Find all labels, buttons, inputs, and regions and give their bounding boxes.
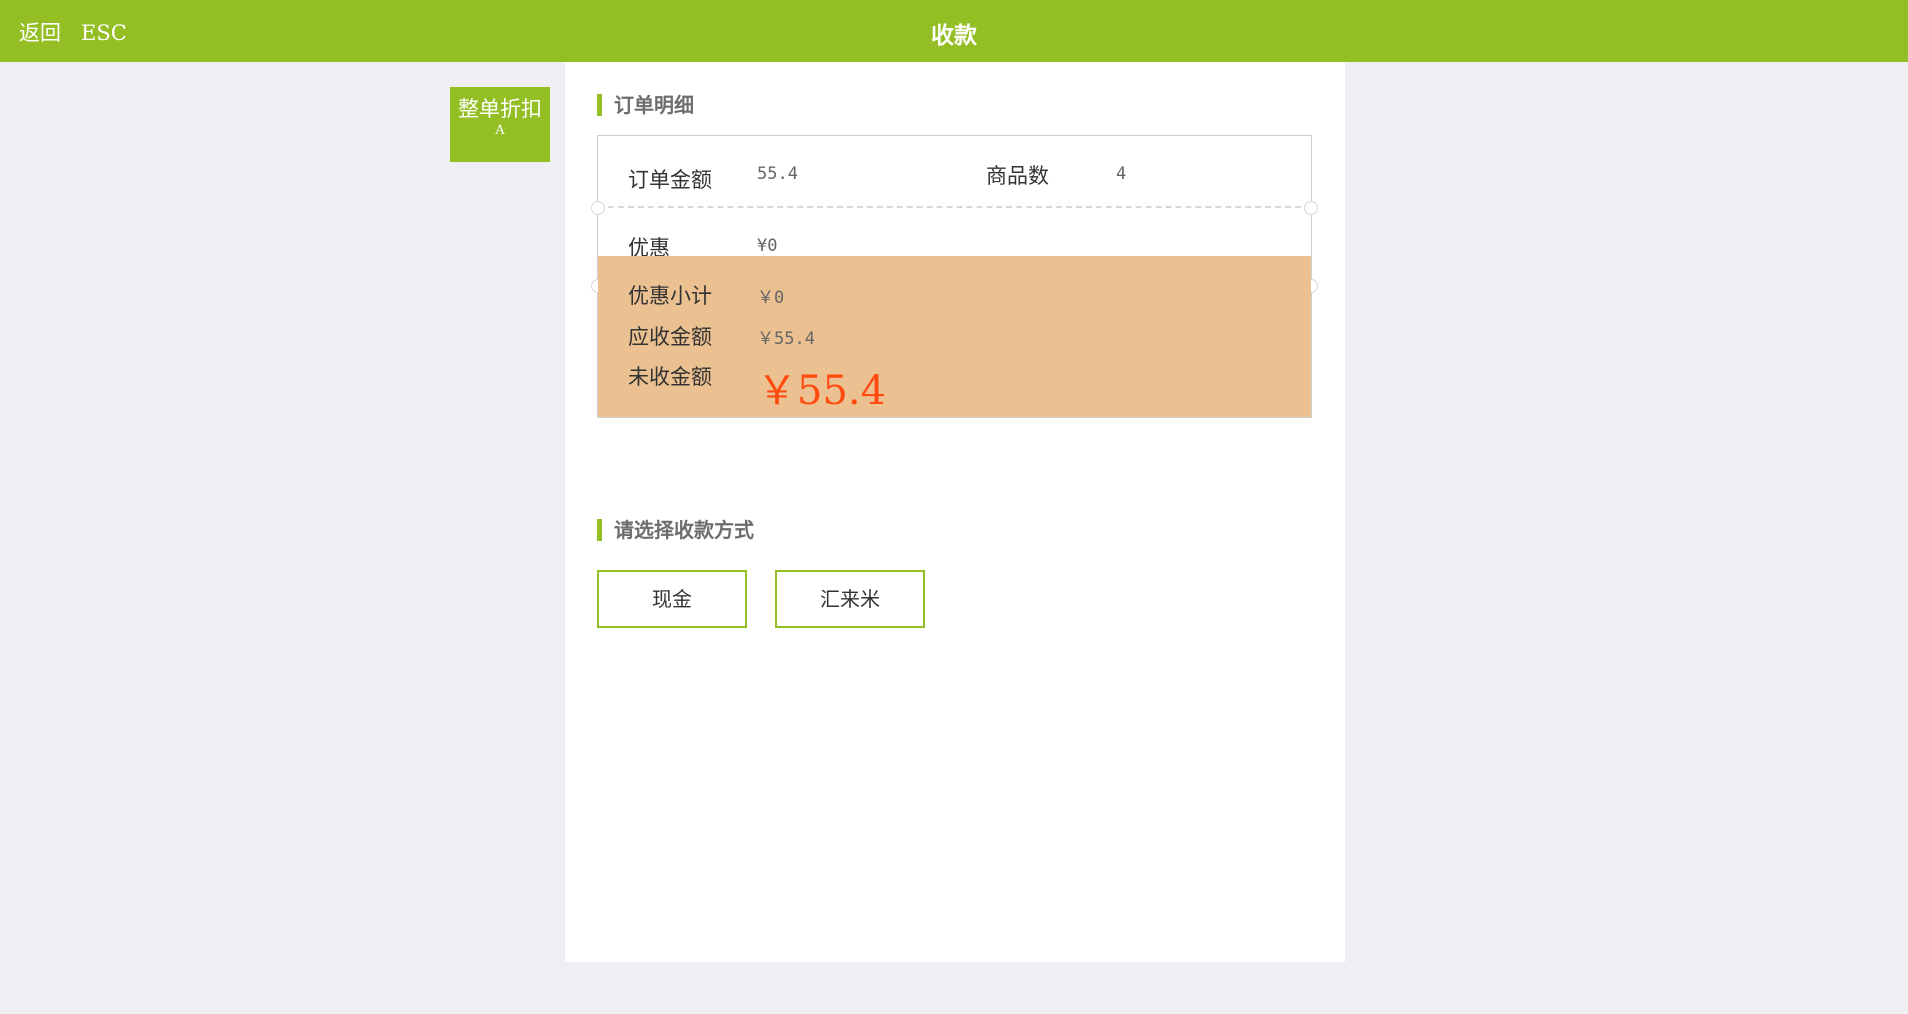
receivable-amount-value: ￥55.4 <box>757 329 815 349</box>
whole-order-discount-button[interactable]: 整单折扣 A <box>450 87 550 162</box>
pay-cash-button[interactable]: 现金 <box>597 570 747 628</box>
order-amount-label: 订单金额 <box>628 168 712 192</box>
discount-value: ¥0 <box>757 236 778 256</box>
receivable-amount-label: 应收金额 <box>628 325 712 349</box>
top-bar: 返回 ESC 收款 <box>0 0 1908 62</box>
item-count-value: 4 <box>1116 164 1127 184</box>
unpaid-amount-value: ￥55.4 <box>757 368 887 414</box>
order-detail-title: 订单明细 <box>597 94 694 116</box>
page-title: 收款 <box>931 22 977 49</box>
unpaid-amount-label: 未收金额 <box>628 365 712 389</box>
order-amount-value: 55.4 <box>757 164 798 184</box>
checkout-panel: 订单明细 订单金额 55.4 商品数 4 优惠 ¥0 优惠小计 ￥0 应收金额 … <box>565 62 1345 962</box>
order-amount-row: 订单金额 55.4 商品数 4 <box>598 136 1311 206</box>
item-count-label: 商品数 <box>986 164 1049 188</box>
whole-order-discount-label: 整单折扣 <box>458 97 542 121</box>
discount-subtotal-label: 优惠小计 <box>628 284 712 308</box>
order-detail-box: 订单金额 55.4 商品数 4 优惠 ¥0 优惠小计 ￥0 应收金额 ￥55.4… <box>591 135 1318 418</box>
whole-order-discount-shortcut: A <box>495 123 505 138</box>
amount-summary: 优惠小计 ￥0 应收金额 ￥55.4 未收金额 ￥55.4 <box>598 256 1311 417</box>
pay-huilaimi-button[interactable]: 汇来米 <box>775 570 925 628</box>
payment-method-title: 请选择收款方式 <box>597 519 754 541</box>
discount-subtotal-value: ￥0 <box>757 288 785 308</box>
